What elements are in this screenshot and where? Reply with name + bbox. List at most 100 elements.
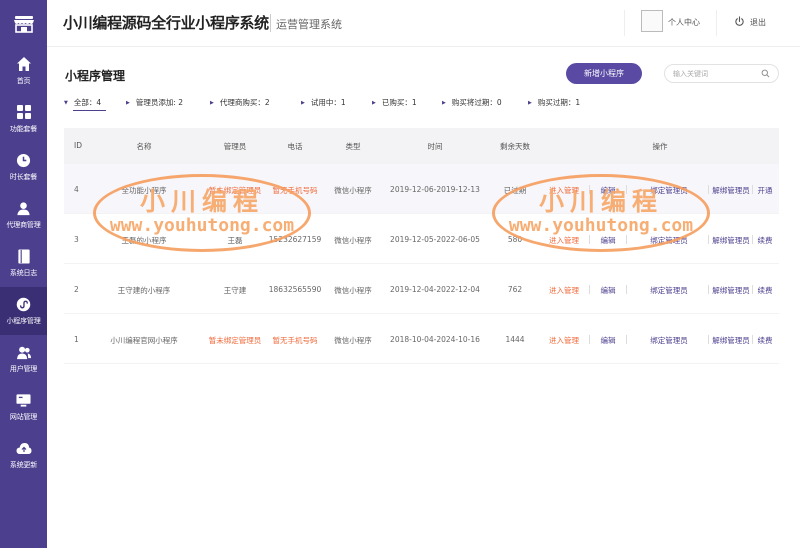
unbind-admin-link[interactable]: 解绑管理员 — [712, 285, 750, 296]
filter-label: 购买过期：1 — [537, 98, 581, 107]
sidebar-item-system-update[interactable]: 系统更新 — [0, 431, 47, 479]
edit-link[interactable]: 编辑 — [601, 185, 616, 196]
filter-all[interactable]: ▼ 全部：4 — [64, 97, 101, 108]
renew-link[interactable]: 开通 — [758, 185, 773, 196]
caret-right-icon: ▶ — [301, 100, 305, 106]
search-box — [664, 64, 779, 83]
renew-link[interactable]: 续费 — [758, 335, 773, 346]
col-admin-header: 管理员 — [223, 142, 247, 151]
cell-admin: 暂未绑定管理员 — [208, 336, 262, 345]
edit-link[interactable]: 编辑 — [601, 285, 616, 296]
cell-name: 王磊的小程序 — [121, 236, 167, 245]
action-divider — [708, 235, 709, 244]
users-icon — [16, 344, 32, 360]
sidebar-item-function-plan[interactable]: 功能套餐 — [0, 95, 47, 143]
book-icon — [16, 248, 32, 264]
sidebar: 首页功能套餐时长套餐代理商管理系统日志 小程序管理用户管理网站管理系统更新 — [0, 0, 47, 548]
avatar[interactable] — [641, 10, 663, 32]
edit-link[interactable]: 编辑 — [601, 235, 616, 246]
cell-phone: 18632565590 — [268, 285, 322, 294]
bind-admin-link[interactable]: 绑定管理员 — [650, 335, 688, 346]
sidebar-item-home[interactable]: 首页 — [0, 47, 47, 95]
cell-name: 王守建的小程序 — [117, 286, 171, 295]
caret-down-icon: ▼ — [64, 100, 68, 106]
search-input[interactable] — [673, 69, 757, 78]
logout-link[interactable]: 退出 — [750, 17, 766, 28]
filter-bought[interactable]: ▶ 已购买：1 — [372, 97, 417, 108]
action-divider — [626, 185, 627, 194]
bind-admin-link[interactable]: 绑定管理员 — [650, 185, 688, 196]
top-header: 小川编程源码全行业小程序系统 运营管理系统 个人中心 退出 — [47, 0, 800, 47]
unbind-admin-link[interactable]: 解绑管理员 — [712, 185, 750, 196]
sidebar-item-agent-manage[interactable]: 代理商管理 — [0, 191, 47, 239]
grid-icon — [16, 104, 32, 120]
search-icon[interactable] — [761, 69, 770, 78]
caret-right-icon: ▶ — [372, 100, 376, 106]
enter-manage-link[interactable]: 进入管理 — [549, 185, 579, 196]
cell-days: 762 — [507, 285, 523, 294]
cell-days: 已过期 — [503, 186, 527, 195]
filter-trial[interactable]: ▶ 试用中：1 — [301, 97, 346, 108]
filter-label: 全部：4 — [73, 98, 102, 107]
user-center-link[interactable]: 个人中心 — [668, 17, 700, 28]
action-divider — [626, 235, 627, 244]
caret-right-icon: ▶ — [126, 100, 130, 106]
sidebar-item-label: 用户管理 — [9, 365, 38, 373]
sidebar-item-duration-plan[interactable]: 时长套餐 — [0, 143, 47, 191]
edit-link[interactable]: 编辑 — [601, 335, 616, 346]
unbind-admin-link[interactable]: 解绑管理员 — [712, 335, 750, 346]
sidebar-item-label: 功能套餐 — [9, 125, 38, 133]
enter-manage-link[interactable]: 进入管理 — [549, 285, 579, 296]
cell-type: 微信小程序 — [334, 186, 372, 195]
cell-id: 2 — [74, 285, 79, 294]
cell-id: 4 — [74, 185, 79, 194]
sidebar-item-label: 系统更新 — [9, 461, 38, 469]
filter-label: 代理商购买：2 — [219, 98, 270, 107]
cell-phone: 暂无手机号码 — [272, 186, 318, 195]
filter-expiring[interactable]: ▶ 购买将过期：0 — [442, 97, 502, 108]
sidebar-item-label: 代理商管理 — [6, 221, 41, 229]
action-divider — [589, 335, 590, 344]
header-divider — [624, 10, 625, 36]
enter-manage-link[interactable]: 进入管理 — [549, 235, 579, 246]
cell-admin: 王守建 — [223, 286, 247, 295]
cell-type: 微信小程序 — [334, 336, 372, 345]
cell-admin: 王磊 — [227, 236, 243, 245]
action-divider — [752, 335, 753, 344]
header-divider — [716, 10, 717, 36]
sidebar-item-label: 首页 — [16, 77, 31, 85]
store-logo-icon[interactable] — [0, 0, 47, 47]
sidebar-item-miniprogram-manage[interactable]: 小程序管理 — [0, 287, 47, 335]
action-divider — [589, 285, 590, 294]
sidebar-item-system-log[interactable]: 系统日志 — [0, 239, 47, 287]
cell-phone: 15232627159 — [268, 235, 322, 244]
new-miniprogram-button[interactable]: 新增小程序 — [566, 63, 642, 84]
cell-time: 2019-12-05-2022-06-05 — [390, 235, 480, 244]
filter-label: 管理员添加: 2 — [135, 98, 184, 107]
col-actions-header: 操作 — [652, 142, 668, 151]
app-title: 小川编程源码全行业小程序系统 — [63, 14, 269, 32]
sidebar-item-user-manage[interactable]: 用户管理 — [0, 335, 47, 383]
action-divider — [626, 285, 627, 294]
miniprogram-table: ID 名称 管理员 电话 类型 时间 剩余天数 操作 4 全功能小程序 暂未绑定管理员 暂无手机号码… — [64, 128, 779, 364]
action-divider — [708, 335, 709, 344]
power-icon[interactable] — [734, 16, 745, 27]
renew-link[interactable]: 续费 — [758, 235, 773, 246]
sidebar-item-site-manage[interactable]: 网站管理 — [0, 383, 47, 431]
filter-expired[interactable]: ▶ 购买过期：1 — [528, 97, 580, 108]
cell-type: 微信小程序 — [334, 286, 372, 295]
bind-admin-link[interactable]: 绑定管理员 — [650, 235, 688, 246]
enter-manage-link[interactable]: 进入管理 — [549, 335, 579, 346]
cell-time: 2018-10-04-2024-10-16 — [390, 335, 480, 344]
title-divider — [270, 14, 271, 32]
bind-admin-link[interactable]: 绑定管理员 — [650, 285, 688, 296]
cell-name: 全功能小程序 — [121, 186, 167, 195]
filter-admin-added[interactable]: ▶ 管理员添加: 2 — [126, 97, 183, 108]
renew-link[interactable]: 续费 — [758, 285, 773, 296]
miniprogram-icon — [16, 296, 32, 312]
cell-days: 1444 — [505, 335, 525, 344]
filter-agent-bought[interactable]: ▶ 代理商购买：2 — [210, 97, 270, 108]
col-id-header: ID — [74, 141, 82, 150]
col-name-header: 名称 — [136, 142, 152, 151]
unbind-admin-link[interactable]: 解绑管理员 — [712, 235, 750, 246]
